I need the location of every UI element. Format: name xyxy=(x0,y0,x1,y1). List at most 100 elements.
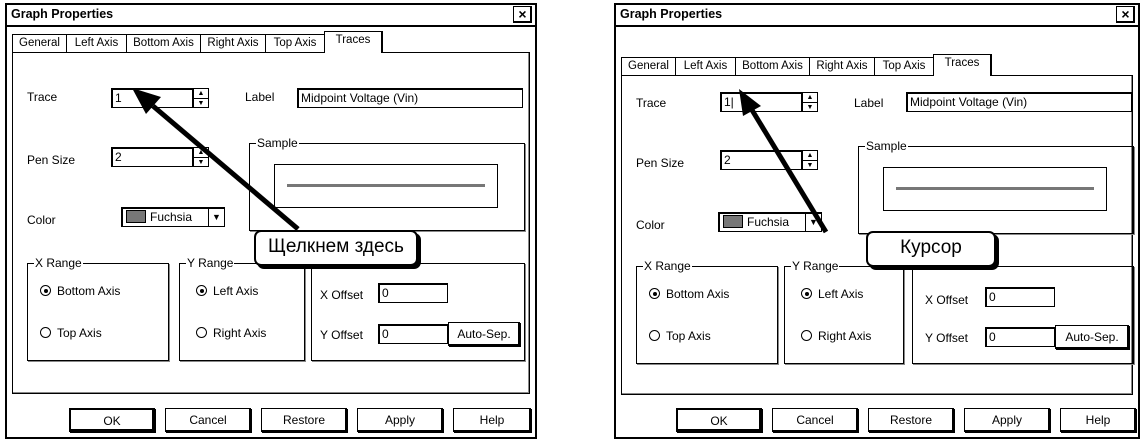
radio-label: Top Axis xyxy=(666,329,711,343)
tab-general[interactable]: General xyxy=(621,57,676,75)
help-button[interactable]: Help xyxy=(1060,408,1136,432)
color-swatch xyxy=(126,210,146,223)
offset-group: X Offset 0 Y Offset 0 Auto-Sep. xyxy=(311,263,525,361)
radio-selected-icon[interactable] xyxy=(196,285,207,296)
help-button[interactable]: Help xyxy=(453,408,531,432)
trace-input[interactable]: 1 xyxy=(111,88,193,108)
sample-preview xyxy=(274,164,498,208)
ok-button[interactable]: OK xyxy=(69,408,155,432)
spin-up-icon[interactable]: ▲ xyxy=(803,151,817,161)
label-label: Label xyxy=(854,96,884,110)
tab-left-axis[interactable]: Left Axis xyxy=(66,34,127,52)
radio-top-axis[interactable]: Top Axis xyxy=(40,326,102,340)
y-offset-input[interactable]: 0 xyxy=(985,327,1055,347)
ok-button[interactable]: OK xyxy=(676,408,762,432)
radio-selected-icon[interactable] xyxy=(40,285,51,296)
color-label: Color xyxy=(27,213,56,227)
cancel-button[interactable]: Cancel xyxy=(772,408,858,432)
auto-sep-button[interactable]: Auto-Sep. xyxy=(448,322,520,346)
cancel-button[interactable]: Cancel xyxy=(165,408,251,432)
radio-selected-icon[interactable] xyxy=(649,288,660,299)
tab-bottom-axis[interactable]: Bottom Axis xyxy=(735,57,810,75)
radio-label: Top Axis xyxy=(57,326,102,340)
x-offset-input[interactable]: 0 xyxy=(985,287,1055,307)
restore-button[interactable]: Restore xyxy=(868,408,954,432)
radio-label: Right Axis xyxy=(818,329,872,343)
color-label: Color xyxy=(636,218,665,232)
y-offset-input[interactable]: 0 xyxy=(378,324,448,344)
tab-left-axis[interactable]: Left Axis xyxy=(675,57,736,75)
radio-selected-icon[interactable] xyxy=(801,288,812,299)
pen-size-label: Pen Size xyxy=(27,153,76,167)
tab-right-axis[interactable]: Right Axis xyxy=(809,57,875,75)
tab-right-axis[interactable]: Right Axis xyxy=(200,34,266,52)
tab-top-axis[interactable]: Top Axis xyxy=(265,34,325,52)
label-input[interactable]: Midpoint Voltage (Vin) xyxy=(906,92,1132,112)
radio-icon[interactable] xyxy=(649,330,660,341)
y-range-group: Y Range Left Axis Right Axis xyxy=(179,256,305,361)
spin-down-icon[interactable]: ▼ xyxy=(803,103,817,112)
tab-top-axis[interactable]: Top Axis xyxy=(874,57,934,75)
trace-input[interactable]: 1| xyxy=(720,92,802,112)
radio-icon[interactable] xyxy=(196,327,207,338)
sample-label: Sample xyxy=(865,139,908,153)
radio-left-axis[interactable]: Left Axis xyxy=(801,287,863,301)
pen-size-input[interactable]: 2 xyxy=(111,147,193,167)
apply-button[interactable]: Apply xyxy=(357,408,443,432)
radio-label: Right Axis xyxy=(213,326,267,340)
sample-group: Sample xyxy=(858,139,1134,234)
x-range-label: X Range xyxy=(34,256,83,270)
trace-spinner[interactable]: ▲ ▼ xyxy=(802,92,818,112)
spin-up-icon[interactable]: ▲ xyxy=(194,89,208,99)
tab-traces[interactable]: Traces xyxy=(324,31,383,53)
tab-traces[interactable]: Traces xyxy=(933,54,992,76)
x-offset-input[interactable]: 0 xyxy=(378,283,448,303)
spin-down-icon[interactable]: ▼ xyxy=(803,161,817,170)
y-range-label: Y Range xyxy=(186,256,235,270)
radio-label: Left Axis xyxy=(818,287,864,301)
chevron-down-icon[interactable]: ▼ xyxy=(805,213,821,231)
x-range-label: X Range xyxy=(643,259,692,273)
radio-bottom-axis[interactable]: Bottom Axis xyxy=(649,287,729,301)
close-icon[interactable]: × xyxy=(513,6,532,23)
tab-strip: General Left Axis Bottom Axis Right Axis… xyxy=(621,54,1133,76)
color-select[interactable]: Fuchsia ▼ xyxy=(718,212,822,232)
trace-label: Trace xyxy=(636,96,667,110)
radio-label: Bottom Axis xyxy=(57,284,121,298)
x-range-group: X Range Bottom Axis Top Axis xyxy=(27,256,169,361)
callout-cursor: Курсор xyxy=(866,231,996,267)
color-select[interactable]: Fuchsia ▼ xyxy=(121,207,225,227)
radio-label: Bottom Axis xyxy=(666,287,730,301)
spin-down-icon[interactable]: ▼ xyxy=(194,99,208,108)
tab-bottom-axis[interactable]: Bottom Axis xyxy=(126,34,201,52)
auto-sep-button[interactable]: Auto-Sep. xyxy=(1055,325,1129,349)
spin-up-icon[interactable]: ▲ xyxy=(803,93,817,103)
radio-bottom-axis[interactable]: Bottom Axis xyxy=(40,284,120,298)
pen-size-input[interactable]: 2 xyxy=(720,150,802,170)
pen-size-spinner[interactable]: ▲ ▼ xyxy=(193,147,209,167)
label-input[interactable]: Midpoint Voltage (Vin) xyxy=(297,88,523,108)
radio-top-axis[interactable]: Top Axis xyxy=(649,329,711,343)
chevron-down-icon[interactable]: ▼ xyxy=(208,208,224,226)
radio-label: Left Axis xyxy=(213,284,259,298)
color-value: Fuchsia xyxy=(747,215,790,229)
apply-button[interactable]: Apply xyxy=(964,408,1050,432)
radio-icon[interactable] xyxy=(801,330,812,341)
spin-down-icon[interactable]: ▼ xyxy=(194,158,208,167)
trace-spinner[interactable]: ▲ ▼ xyxy=(193,88,209,108)
color-swatch xyxy=(723,215,743,228)
tab-general[interactable]: General xyxy=(12,34,67,52)
radio-right-axis[interactable]: Right Axis xyxy=(196,326,266,340)
dialog-title: Graph Properties xyxy=(11,7,114,21)
radio-right-axis[interactable]: Right Axis xyxy=(801,329,871,343)
x-offset-label: X Offset xyxy=(925,293,969,307)
restore-button[interactable]: Restore xyxy=(261,408,347,432)
radio-left-axis[interactable]: Left Axis xyxy=(196,284,258,298)
radio-icon[interactable] xyxy=(40,327,51,338)
spin-up-icon[interactable]: ▲ xyxy=(194,148,208,158)
y-range-group: Y Range Left Axis Right Axis xyxy=(784,259,904,364)
pen-size-spinner[interactable]: ▲ ▼ xyxy=(802,150,818,170)
sample-label: Sample xyxy=(256,136,299,150)
y-offset-label: Y Offset xyxy=(320,328,363,342)
close-icon[interactable]: × xyxy=(1116,6,1135,23)
